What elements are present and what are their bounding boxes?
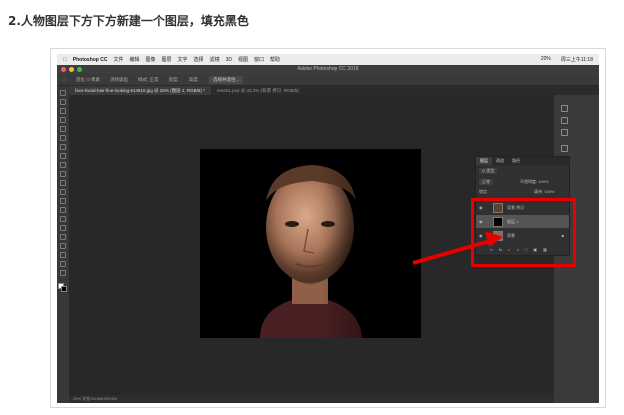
clock: 周三上午11:18 [560, 57, 593, 63]
menu-edit[interactable]: 编辑 [129, 56, 139, 63]
menu-type[interactable]: 文字 [178, 56, 188, 63]
menu-image[interactable]: 图像 [146, 56, 156, 63]
screenshot-frame:  Photoshop CC 文件 编辑 图像 图层 文字 选择 滤镜 3D 视… [50, 48, 606, 408]
menu-view[interactable]: 视图 [238, 56, 248, 63]
menu-window[interactable]: 窗口 [254, 56, 264, 63]
photoshop-window: Adobe Photoshop CC 2019 ⌂ 羽化: 0 像素 消除锯齿 … [57, 65, 599, 403]
article-step-heading: 2.人物图层下方下方新建一个图层，填充黑色 [8, 14, 249, 28]
battery-percent: 20% [540, 56, 551, 62]
menu-help[interactable]: 帮助 [270, 56, 280, 63]
menu-filter[interactable]: 滤镜 [210, 56, 220, 63]
red-arrow-icon [412, 231, 503, 265]
menu-file[interactable]: 文件 [113, 56, 123, 63]
menu-layer[interactable]: 图层 [162, 56, 172, 63]
app-menu[interactable]: Photoshop CC [73, 57, 108, 63]
mac-menubar:  Photoshop CC 文件 编辑 图像 图层 文字 选择 滤镜 3D 视… [57, 54, 599, 65]
menu-3d[interactable]: 3D [226, 57, 232, 63]
menu-select[interactable]: 选择 [194, 56, 204, 63]
apple-icon[interactable]:  [63, 57, 67, 63]
